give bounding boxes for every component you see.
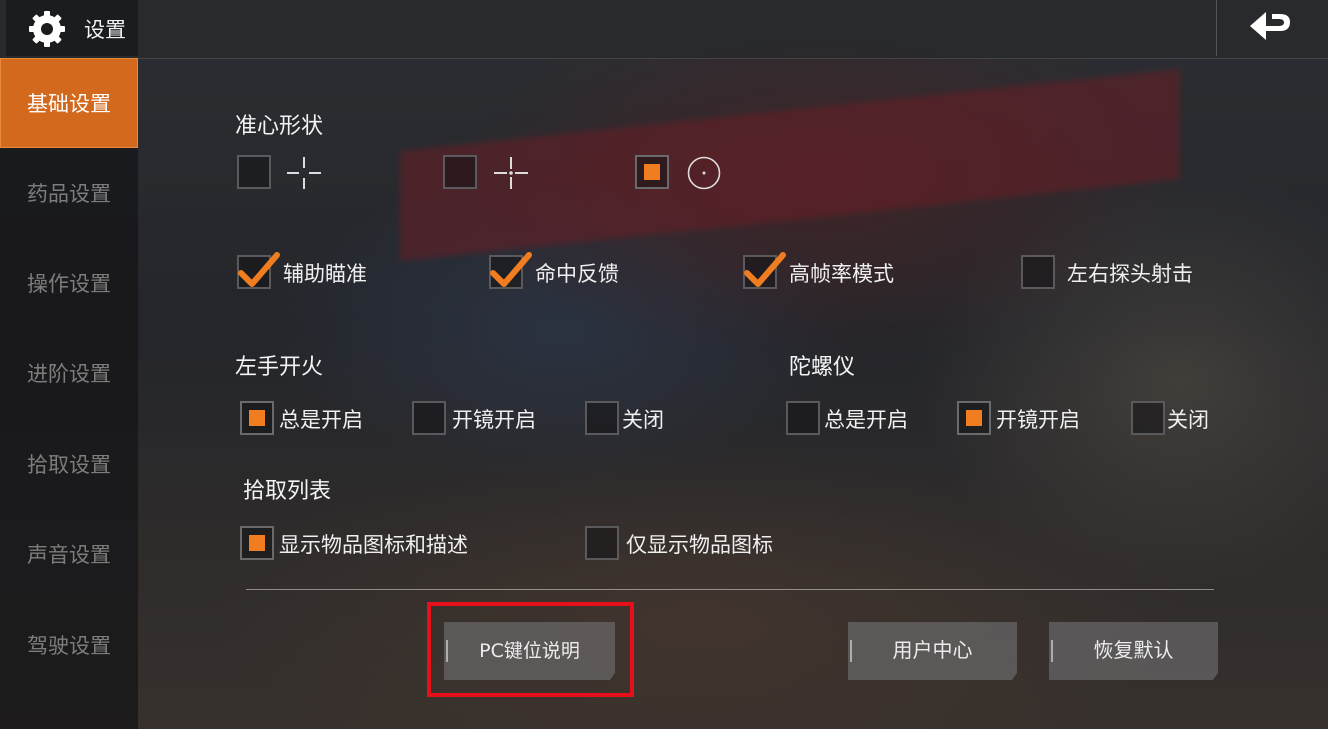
highlight-box [427, 602, 634, 697]
sidebar-item-advanced[interactable]: 进阶设置 [0, 329, 138, 419]
pickup-icon-only-radio[interactable] [585, 526, 619, 560]
page-title: 设置 [84, 18, 126, 42]
crosshair-section-title: 准心形状 [235, 114, 324, 139]
pickup-icon-desc-label: 显示物品图标和描述 [279, 533, 468, 557]
back-separator [1216, 0, 1217, 56]
checkmark-icon [490, 252, 532, 287]
background-dim-overlay [0, 0, 1328, 729]
crosshair-circle-dot-icon [687, 156, 721, 190]
button-tick [1051, 640, 1053, 662]
crosshair-gap-icon [287, 157, 321, 189]
high-framerate-label: 高帧率模式 [789, 262, 894, 286]
divider [246, 589, 1214, 590]
user-center-button[interactable]: 用户中心 [848, 622, 1017, 680]
checkmark-icon [238, 252, 280, 287]
pickup-list-section-title: 拾取列表 [243, 479, 332, 504]
sidebar-item-basic[interactable]: 基础设置 [0, 58, 138, 148]
left-fire-off-radio[interactable] [585, 401, 619, 435]
user-center-button-label: 用户中心 [892, 638, 973, 662]
crosshair-option-3-radio[interactable] [635, 155, 669, 189]
gyroscope-off-label: 关闭 [1167, 408, 1209, 432]
crosshair-option-1-radio[interactable] [237, 155, 271, 189]
hit-feedback-label: 命中反馈 [535, 262, 619, 286]
gyroscope-off-radio[interactable] [1131, 401, 1165, 435]
selected-indicator [966, 410, 982, 426]
crosshair-option-2-radio[interactable] [443, 155, 477, 189]
pickup-icon-only-label: 仅显示物品图标 [626, 533, 773, 557]
checkmark-icon [744, 252, 786, 287]
selected-indicator [249, 535, 265, 551]
high-framerate-checkbox[interactable] [743, 252, 786, 289]
gyroscope-scope-label: 开镜开启 [996, 408, 1080, 432]
left-fire-always-label: 总是开启 [279, 408, 363, 432]
sidebar-item-pickup[interactable]: 拾取设置 [0, 420, 138, 510]
sidebar: 基础设置 药品设置 操作设置 进阶设置 拾取设置 声音设置 驾驶设置 [0, 58, 138, 729]
peek-fire-checkbox[interactable] [1021, 255, 1055, 289]
gyroscope-section-title: 陀螺仪 [789, 355, 856, 380]
gyroscope-always-label: 总是开启 [824, 408, 908, 432]
return-arrow-icon[interactable] [1246, 6, 1298, 50]
peek-fire-label: 左右探头射击 [1067, 262, 1193, 286]
selected-indicator [644, 164, 660, 180]
crosshair-cross-icon [494, 157, 528, 189]
hit-feedback-checkbox[interactable] [489, 252, 532, 289]
left-fire-scope-label: 开镜开启 [452, 408, 536, 432]
top-bar: 设置 [0, 0, 1328, 59]
aim-assist-checkbox[interactable] [237, 252, 280, 289]
left-fire-off-label: 关闭 [622, 408, 664, 432]
restore-default-button-label: 恢复默认 [1093, 638, 1174, 662]
left-fire-always-radio[interactable] [240, 401, 274, 435]
sidebar-item-sound[interactable]: 声音设置 [0, 510, 138, 600]
pickup-icon-desc-radio[interactable] [240, 526, 274, 560]
selected-indicator [249, 410, 265, 426]
left-fire-section-title: 左手开火 [235, 355, 324, 380]
title-area: 设置 [6, 0, 138, 56]
aim-assist-label: 辅助瞄准 [283, 262, 367, 286]
gear-icon [29, 11, 65, 47]
sidebar-item-driving[interactable]: 驾驶设置 [0, 601, 138, 691]
left-fire-scope-radio[interactable] [412, 401, 446, 435]
sidebar-item-medicine[interactable]: 药品设置 [0, 149, 138, 239]
gyroscope-scope-radio[interactable] [957, 401, 991, 435]
restore-default-button[interactable]: 恢复默认 [1049, 622, 1218, 680]
sidebar-item-controls[interactable]: 操作设置 [0, 239, 138, 329]
gyroscope-always-radio[interactable] [786, 401, 820, 435]
button-tick [850, 640, 852, 662]
